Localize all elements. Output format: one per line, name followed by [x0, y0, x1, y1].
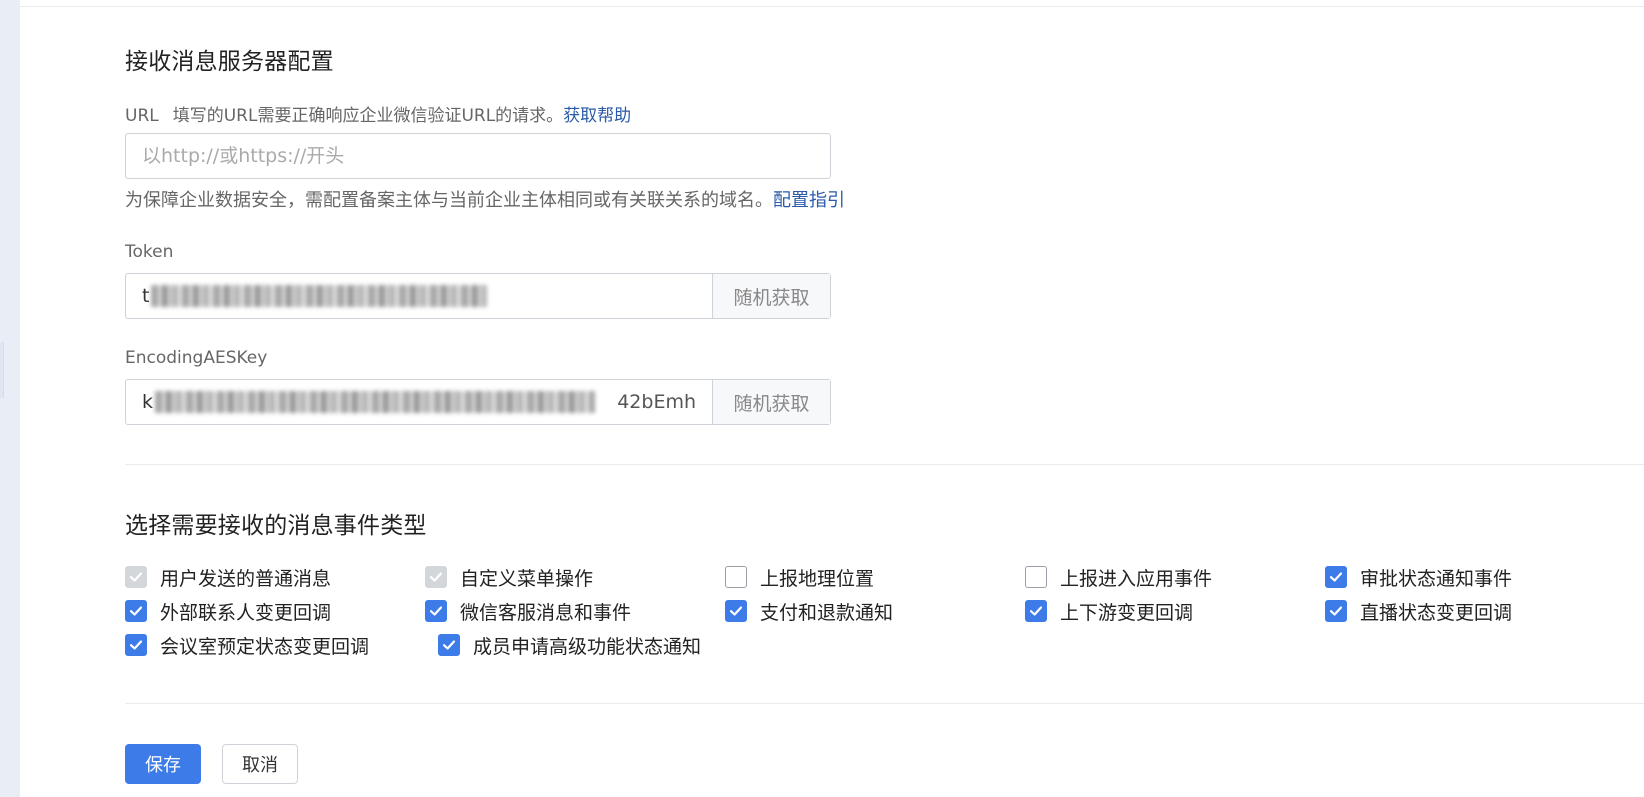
event-checkbox-item[interactable]: 审批状态通知事件 [1325, 564, 1625, 591]
config-panel: 接收消息服务器配置 URL 填写的URL需要正确响应企业微信验证URL的请求。获取… [20, 0, 1644, 797]
domain-hint-row: 为保障企业数据安全，需配置备案主体与当前企业主体相同或有关联关系的域名。配置指引 [125, 186, 845, 212]
event-row: 用户发送的普通消息 自定义菜单操作 上报地理位置 上报进入应用事件 审批状态通知… [125, 560, 1625, 594]
events-title: 选择需要接收的消息事件类型 [125, 513, 427, 539]
checkbox-unchecked-icon [1025, 566, 1047, 588]
event-label: 会议室预定状态变更回调 [160, 635, 370, 658]
token-input[interactable]: t [126, 274, 712, 318]
url-input[interactable] [126, 134, 830, 178]
checkbox-checked-icon [125, 600, 147, 622]
aes-value-prefix: k [142, 391, 154, 413]
event-checkbox-item[interactable]: 会议室预定状态变更回调 [125, 632, 438, 659]
event-label: 上报地理位置 [760, 567, 875, 590]
token-random-button[interactable]: 随机获取 [712, 274, 830, 318]
event-checkbox-item[interactable]: 支付和退款通知 [725, 598, 1025, 625]
save-button[interactable]: 保存 [125, 744, 201, 784]
event-label: 成员申请高级功能状态通知 [473, 635, 702, 658]
token-field: t 随机获取 [125, 273, 831, 319]
event-label: 外部联系人变更回调 [160, 601, 332, 624]
section-divider [125, 464, 1644, 465]
sidebar-collapse-handle[interactable] [0, 342, 4, 398]
aes-redacted-value [155, 391, 596, 413]
url-help-link[interactable]: 获取帮助 [563, 106, 631, 126]
checkbox-checked-icon [1325, 566, 1347, 588]
event-checkbox-grid: 用户发送的普通消息 自定义菜单操作 上报地理位置 上报进入应用事件 审批状态通知… [125, 560, 1625, 662]
checkbox-checked-icon [1025, 600, 1047, 622]
event-label: 支付和退款通知 [760, 601, 894, 624]
url-label: URL [125, 106, 159, 126]
event-checkbox-item[interactable]: 成员申请高级功能状态通知 [438, 632, 751, 659]
event-checkbox-item[interactable]: 上报进入应用事件 [1025, 564, 1325, 591]
event-label: 自定义菜单操作 [460, 567, 594, 590]
top-divider [20, 6, 1644, 7]
token-label: Token [125, 242, 174, 262]
event-label: 直播状态变更回调 [1360, 601, 1513, 624]
aes-random-button[interactable]: 随机获取 [712, 380, 830, 424]
domain-hint-text: 为保障企业数据安全，需配置备案主体与当前企业主体相同或有关联关系的域名。 [125, 190, 773, 211]
checkbox-checked-icon [425, 600, 447, 622]
checkbox-checked-icon [1325, 600, 1347, 622]
event-checkbox-item[interactable]: 微信客服消息和事件 [425, 598, 725, 625]
left-sidebar-rail [0, 0, 20, 797]
url-description: 填写的URL需要正确响应企业微信验证URL的请求。 [172, 106, 564, 126]
token-redacted-value [151, 285, 488, 307]
event-label: 上下游变更回调 [1060, 601, 1194, 624]
server-config-title: 接收消息服务器配置 [125, 49, 334, 75]
event-checkbox-item[interactable]: 自定义菜单操作 [425, 564, 725, 591]
checkbox-checked-icon [438, 634, 460, 656]
aes-value-suffix: 42bEmh [617, 391, 696, 413]
url-label-row: URL 填写的URL需要正确响应企业微信验证URL的请求。获取帮助 [125, 101, 631, 126]
token-value-prefix: t [142, 285, 150, 307]
url-input-wrapper [125, 133, 831, 179]
event-checkbox-item[interactable]: 上报地理位置 [725, 564, 1025, 591]
event-checkbox-item[interactable]: 直播状态变更回调 [1325, 598, 1625, 625]
checkbox-checked-icon [725, 600, 747, 622]
event-label: 用户发送的普通消息 [160, 567, 332, 590]
event-checkbox-item[interactable]: 外部联系人变更回调 [125, 598, 425, 625]
checkbox-checked-disabled-icon [425, 566, 447, 588]
checkbox-unchecked-icon [725, 566, 747, 588]
event-checkbox-item[interactable]: 用户发送的普通消息 [125, 564, 425, 591]
event-label: 微信客服消息和事件 [460, 601, 632, 624]
cancel-button[interactable]: 取消 [222, 744, 298, 784]
footer-divider [125, 703, 1644, 704]
aes-key-input[interactable]: k 42bEmh [126, 380, 712, 424]
domain-guide-link[interactable]: 配置指引 [773, 190, 845, 211]
event-checkbox-item[interactable]: 上下游变更回调 [1025, 598, 1325, 625]
aes-key-label: EncodingAESKey [125, 348, 268, 368]
checkbox-checked-icon [125, 634, 147, 656]
checkbox-checked-disabled-icon [125, 566, 147, 588]
event-row: 外部联系人变更回调 微信客服消息和事件 支付和退款通知 上下游变更回调 直播状态… [125, 594, 1625, 628]
aes-key-field: k 42bEmh 随机获取 [125, 379, 831, 425]
event-label: 审批状态通知事件 [1360, 567, 1513, 590]
event-label: 上报进入应用事件 [1060, 567, 1213, 590]
event-row: 会议室预定状态变更回调 成员申请高级功能状态通知 [125, 628, 1625, 662]
